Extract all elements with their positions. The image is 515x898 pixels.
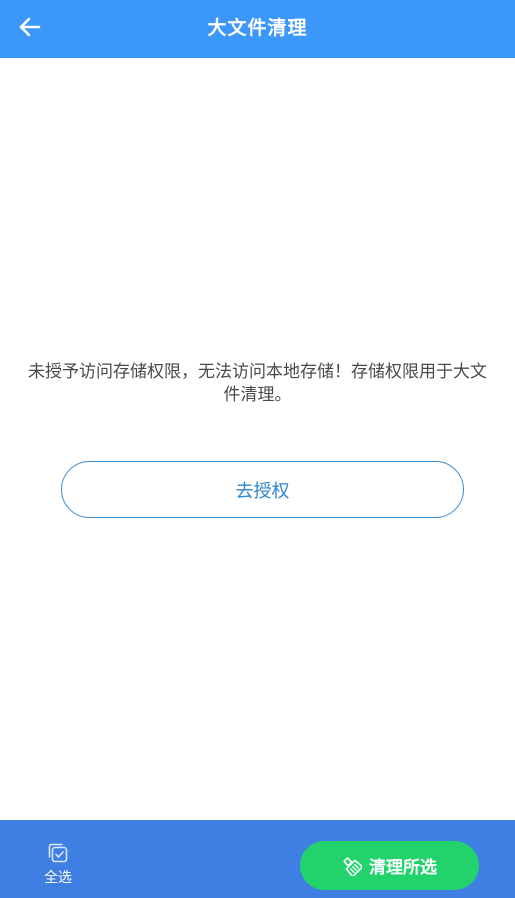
- permission-message: 未授予访问存储权限，无法访问本地存储！存储权限用于大文件清理。: [28, 362, 487, 405]
- page-title: 大文件清理: [207, 16, 308, 39]
- select-all-button[interactable]: 全选: [30, 842, 86, 890]
- main-content: 未授予访问存储权限，无法访问本地存储！存储权限用于大文件清理。 去授权: [0, 58, 515, 820]
- bottom-bar: 全选 清理所选: [0, 820, 515, 898]
- broom-icon: [342, 856, 362, 876]
- authorize-button[interactable]: 去授权: [61, 461, 464, 518]
- back-button[interactable]: [12, 9, 48, 45]
- top-bar: 大文件清理: [0, 0, 515, 58]
- arrow-left-icon: [19, 17, 41, 37]
- checkbox-stack-icon: [48, 843, 68, 863]
- app-screen: 大文件清理 未授予访问存储权限，无法访问本地存储！存储权限用于大文件清理。 去授…: [0, 0, 515, 898]
- clean-selected-button[interactable]: 清理所选: [300, 841, 479, 890]
- clean-selected-label: 清理所选: [369, 858, 437, 878]
- select-all-label: 全选: [44, 870, 72, 886]
